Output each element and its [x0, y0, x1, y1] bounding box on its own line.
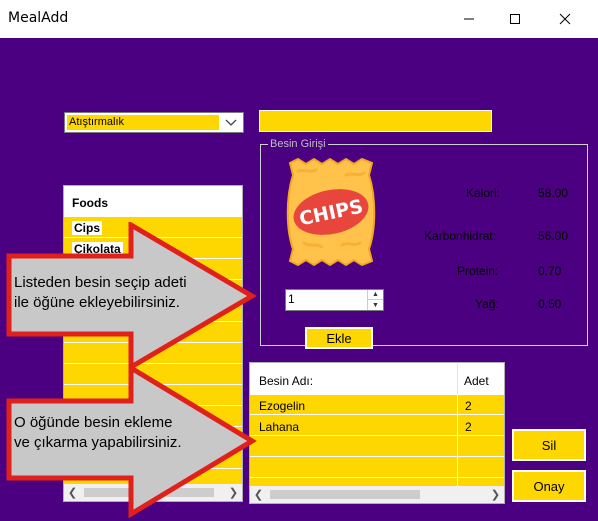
groupbox-legend: Besin Girişi: [268, 138, 328, 150]
fat-label: Yağ:: [475, 297, 499, 311]
delete-button[interactable]: Sil: [512, 429, 586, 461]
title-bar: MealAdd: [0, 0, 598, 38]
add-button[interactable]: Ekle: [305, 327, 373, 349]
calorie-label: Kalori:: [466, 186, 501, 200]
column-divider: [457, 395, 458, 487]
confirm-button[interactable]: Onay: [512, 470, 586, 502]
protein-label: Protein:: [457, 264, 499, 278]
close-button[interactable]: [542, 0, 588, 38]
category-dropdown[interactable]: Atıştırmalık: [64, 112, 244, 133]
minimize-button[interactable]: [446, 0, 492, 38]
row-food-name: Ezogelin: [259, 399, 306, 413]
column-count[interactable]: Adet: [464, 374, 489, 388]
spin-up-icon[interactable]: ▲: [368, 290, 383, 300]
meal-list-header: Besin Adı: Adet: [250, 363, 504, 395]
maximize-button[interactable]: [492, 0, 538, 38]
chevron-down-icon[interactable]: [223, 114, 239, 131]
scroll-thumb[interactable]: [270, 490, 420, 499]
maximize-icon: [510, 14, 520, 24]
food-name-textbox[interactable]: [259, 110, 492, 132]
callout-bottom-line2: ve çıkarma yapabilirsiniz.: [14, 434, 182, 451]
table-row[interactable]: Lahana 2: [250, 416, 504, 436]
row-count: 2: [465, 420, 472, 434]
row-count: 2: [465, 399, 472, 413]
column-food-name[interactable]: Besin Adı:: [259, 374, 313, 388]
carbohydrate-value: 56.00: [538, 229, 569, 243]
quantity-value[interactable]: 1: [288, 292, 295, 306]
meal-hscrollbar[interactable]: ❮ ❯: [250, 486, 504, 503]
quantity-stepper[interactable]: 1 ▲ ▼: [285, 289, 384, 311]
table-row[interactable]: [250, 458, 504, 478]
window-title: MealAdd: [8, 10, 69, 26]
fat-value: 0.50: [538, 297, 562, 311]
spin-down-icon[interactable]: ▼: [368, 300, 383, 310]
carbohydrate-label: Karbonhidrat:: [424, 229, 497, 243]
column-separator: [457, 363, 458, 395]
scroll-right-icon[interactable]: ❯: [487, 486, 504, 503]
callout-top-line2: ile öğüne ekleyebilirsiniz.: [14, 294, 180, 311]
callout-bottom-line1: O öğünde besin ekleme: [14, 414, 173, 431]
close-icon: [559, 13, 571, 25]
meal-listview[interactable]: Besin Adı: Adet Ezogelin 2 Lahana 2 ❮ ❯: [249, 362, 505, 504]
category-selected: Atıştırmalık: [67, 115, 219, 130]
protein-value: 0.70: [538, 264, 562, 278]
callout-top-line1: Listeden besin seçip adeti: [14, 274, 187, 291]
calorie-value: 58.00: [538, 186, 569, 200]
spin-buttons: ▲ ▼: [367, 290, 383, 310]
foods-list-header: Foods: [64, 186, 242, 217]
minimize-icon: [464, 18, 474, 20]
row-food-name: Lahana: [259, 420, 300, 434]
chips-bag-image: CHIPS: [286, 157, 376, 267]
table-row[interactable]: [250, 437, 504, 457]
table-row[interactable]: Ezogelin 2: [250, 395, 504, 415]
